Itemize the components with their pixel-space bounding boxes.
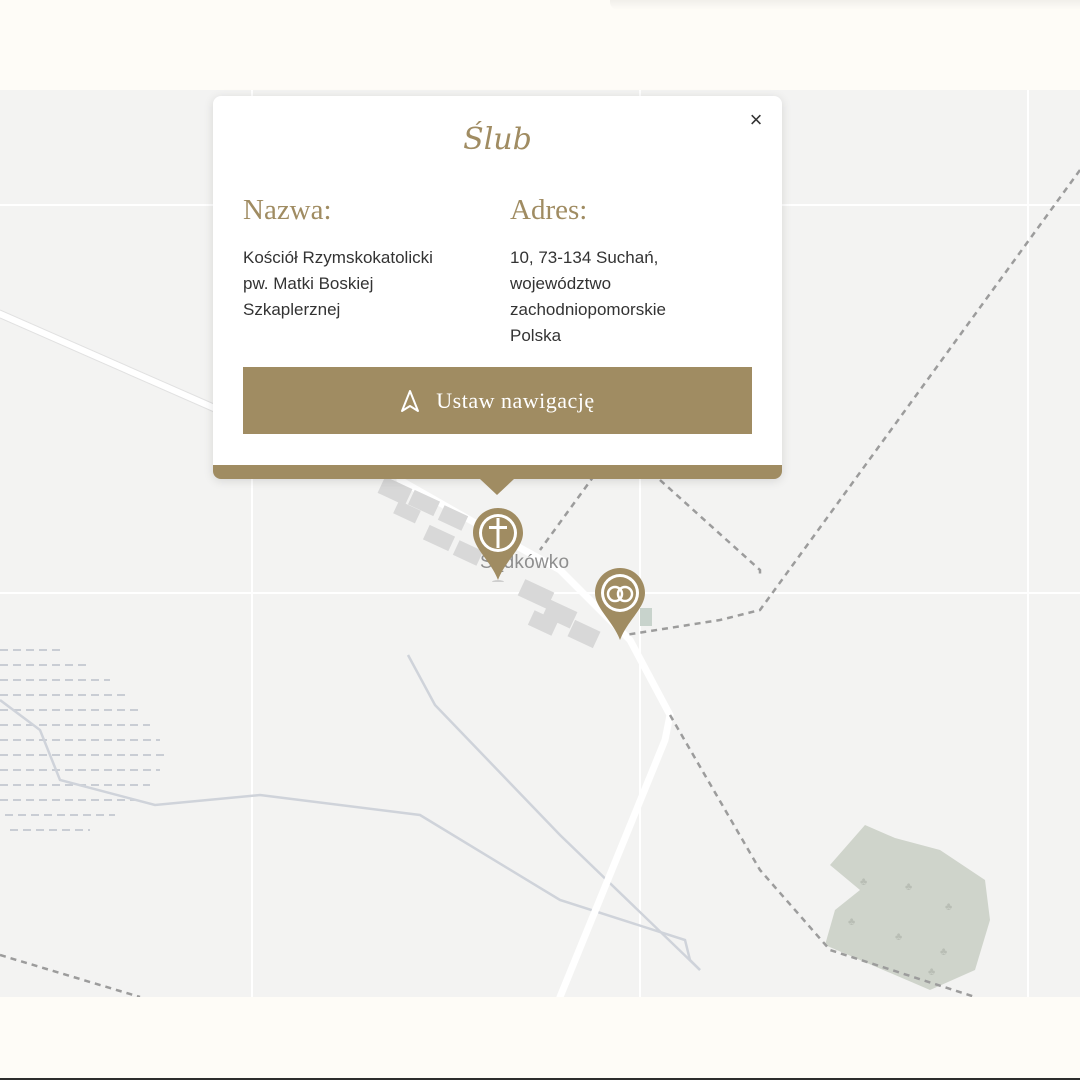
svg-text:♣: ♣ xyxy=(928,966,935,978)
navigation-icon xyxy=(400,389,420,413)
bottom-band xyxy=(0,997,1080,1080)
popup-title: Ślub xyxy=(463,122,532,157)
address-heading: Adres: xyxy=(510,194,588,226)
church-marker[interactable] xyxy=(471,506,525,582)
address-text: 10, 73-134 Suchań, województwo zachodnio… xyxy=(510,248,666,345)
location-popup: × Ślub Nazwa: Kościół Rzymskokatolicki p… xyxy=(213,96,782,495)
name-column: Nazwa: Kościół Rzymskokatolicki pw. Matk… xyxy=(243,194,473,323)
address-column: Adres: 10, 73-134 Suchań, województwo za… xyxy=(510,194,750,349)
name-heading: Nazwa: xyxy=(243,194,332,226)
svg-text:♣: ♣ xyxy=(905,881,912,893)
wedding-marker[interactable] xyxy=(593,566,647,642)
cross-icon xyxy=(473,508,523,582)
popup-tail xyxy=(480,479,514,495)
top-band xyxy=(0,0,1080,90)
rings-icon xyxy=(595,568,645,640)
navigation-button[interactable]: Ustaw nawigację xyxy=(243,367,752,434)
svg-text:♣: ♣ xyxy=(848,916,855,928)
name-text: Kościół Rzymskokatolicki pw. Matki Boski… xyxy=(243,248,433,319)
svg-text:♣: ♣ xyxy=(945,901,952,913)
navigation-button-label: Ustaw nawigację xyxy=(436,387,595,413)
svg-text:♣: ♣ xyxy=(940,946,947,958)
svg-text:♣: ♣ xyxy=(895,931,902,943)
svg-text:♣: ♣ xyxy=(860,876,867,888)
